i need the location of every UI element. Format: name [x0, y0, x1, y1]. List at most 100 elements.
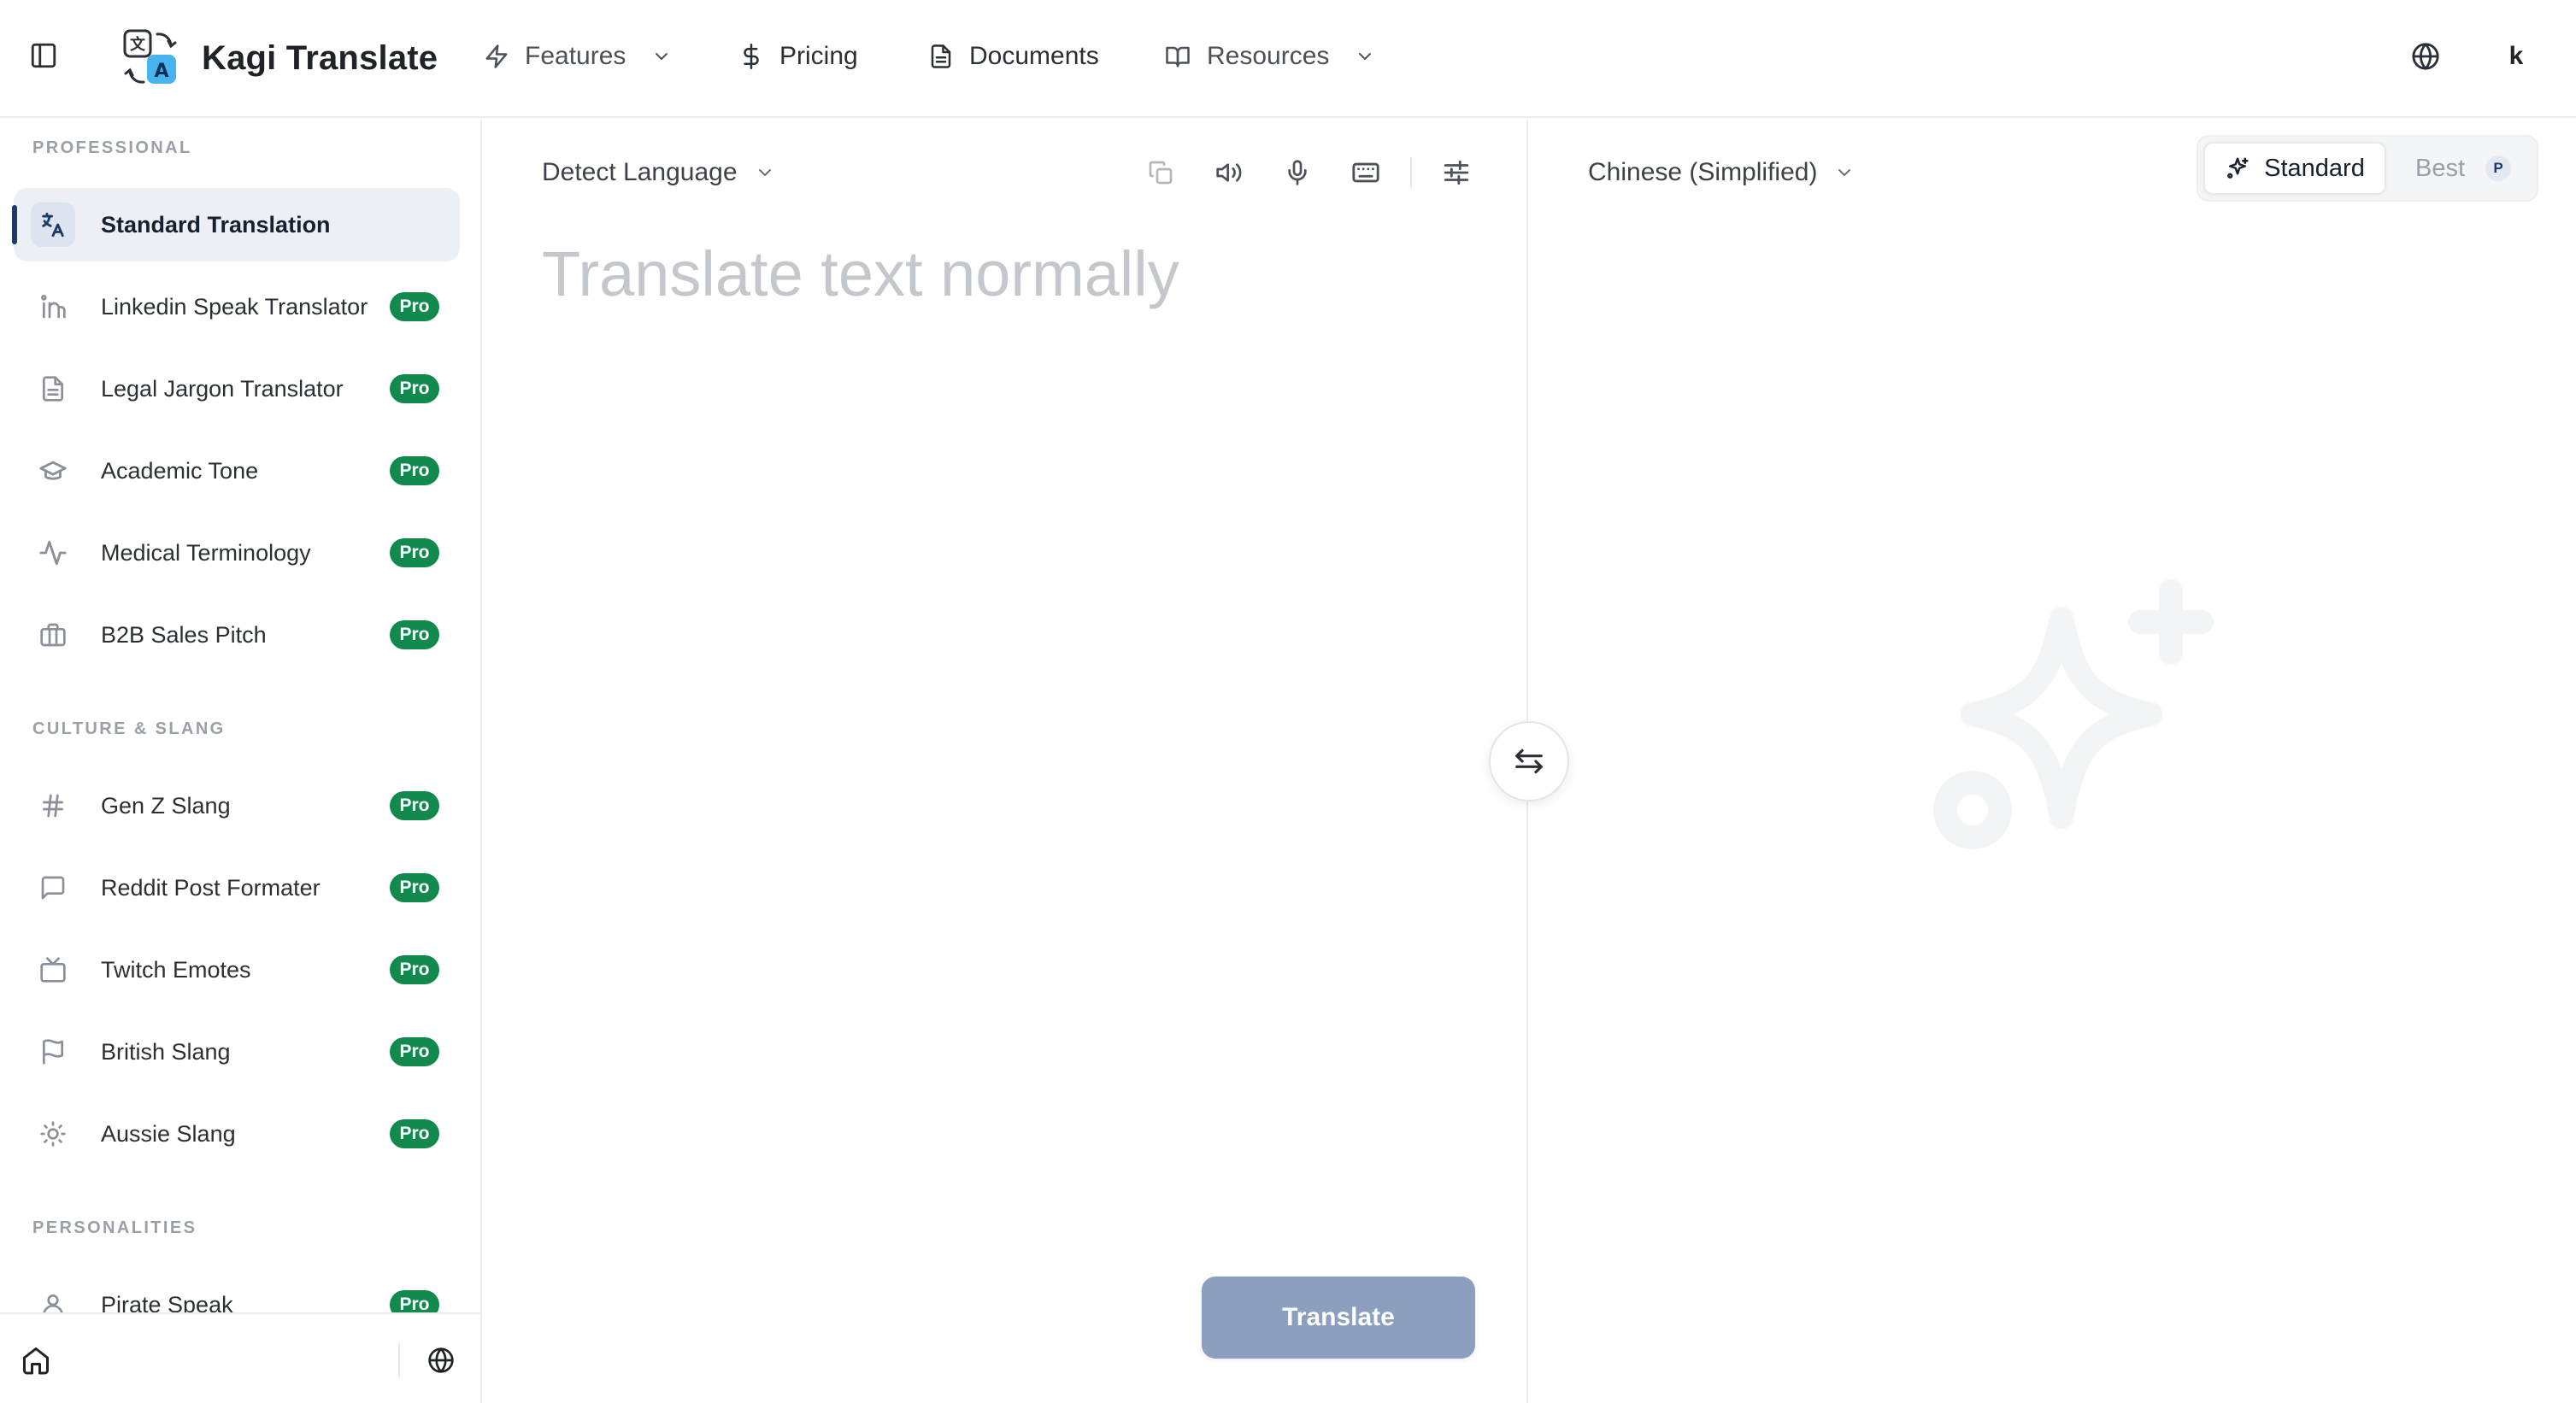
source-language-label: Detect Language — [542, 158, 738, 186]
source-panel: Detect Language Translate — [484, 120, 1528, 1403]
sidebar-item-linkedin-speak[interactable]: Linkedin Speak Translator Pro — [14, 270, 460, 343]
sidebar-item-label: Standard Translation — [101, 212, 331, 238]
globe-icon — [2412, 43, 2439, 70]
sparkles-icon — [2227, 157, 2249, 179]
brand-title: Kagi Translate — [202, 38, 438, 77]
graduation-cap-icon — [31, 449, 75, 493]
target-language-select[interactable]: Chinese (Simplified) — [1588, 149, 1855, 197]
pro-badge: Pro — [390, 1119, 439, 1148]
nav-pricing[interactable]: Pricing — [738, 34, 858, 79]
sidebar-item-label: Aussie Slang — [101, 1121, 236, 1147]
sidebar-item-label: Academic Tone — [101, 458, 259, 484]
divider — [398, 1343, 400, 1377]
sidebar-item-standard-translation[interactable]: Standard Translation — [12, 188, 460, 261]
sidebar-item-label: Medical Terminology — [101, 540, 311, 566]
source-text-input[interactable] — [542, 238, 1482, 1263]
premium-badge: P — [2485, 156, 2512, 181]
volume-icon — [1216, 163, 1242, 182]
sidebar-item-medical-terminology[interactable]: Medical Terminology Pro — [14, 516, 460, 590]
flag-icon — [31, 1030, 75, 1074]
sidebar-item-reddit-post-formater[interactable]: Reddit Post Formater Pro — [14, 851, 460, 925]
sparkles-watermark-icon — [1933, 579, 2214, 849]
chevron-down-icon — [758, 169, 771, 176]
microphone-icon — [1288, 160, 1307, 185]
document-icon — [931, 44, 951, 68]
pro-badge: Pro — [390, 538, 439, 567]
sun-icon — [31, 1112, 75, 1156]
sidebar: PROFESSIONAL Standard Translation Linked… — [0, 120, 482, 1403]
globe-icon — [428, 1347, 454, 1373]
language-globe-button[interactable] — [2407, 38, 2444, 75]
quality-standard-option[interactable]: Standard — [2203, 142, 2386, 195]
quality-best-label: Best — [2414, 154, 2466, 182]
sidebar-section-title: PERSONALITIES — [32, 1218, 197, 1237]
quality-standard-label: Standard — [2264, 154, 2365, 182]
sidebar-item-label: British Slang — [101, 1039, 231, 1065]
nav-resources-label: Resources — [1207, 42, 1330, 70]
nav-pricing-label: Pricing — [779, 42, 858, 70]
source-language-select[interactable]: Detect Language — [542, 149, 775, 197]
sidebar-item-label: Gen Z Slang — [101, 793, 231, 819]
sidebar-footer — [0, 1312, 480, 1403]
copy-button[interactable] — [1138, 150, 1183, 195]
copy-icon — [1149, 161, 1173, 185]
hash-icon — [31, 784, 75, 828]
sidebar-item-label: B2B Sales Pitch — [101, 622, 267, 648]
chevron-down-icon — [1359, 53, 1372, 60]
user-avatar[interactable]: k — [2489, 29, 2544, 84]
quality-best-option[interactable]: Best P — [2393, 142, 2533, 195]
swap-arrows-icon — [1515, 748, 1543, 774]
message-square-icon — [31, 866, 75, 910]
pro-badge: Pro — [390, 955, 439, 984]
dollar-icon — [744, 44, 759, 69]
sidebar-item-academic-tone[interactable]: Academic Tone Pro — [14, 434, 460, 508]
sidebar-item-label: Reddit Post Formater — [101, 875, 321, 901]
keyboard-button[interactable] — [1344, 150, 1388, 195]
microphone-button[interactable] — [1275, 150, 1320, 195]
sidebar-item-gen-z-slang[interactable]: Gen Z Slang Pro — [14, 769, 460, 842]
sidebar-toggle-button[interactable] — [26, 38, 62, 73]
nav-features[interactable]: Features — [484, 34, 672, 79]
sidebar-section-title: PROFESSIONAL — [32, 138, 192, 157]
quality-toggle: Standard Best P — [2197, 135, 2538, 202]
pro-badge: Pro — [390, 791, 439, 820]
panel-left-icon — [31, 43, 56, 68]
book-icon — [1166, 46, 1190, 68]
document-icon — [31, 367, 75, 411]
divider — [1410, 157, 1412, 188]
translate-icon — [31, 203, 75, 247]
sidebar-item-british-slang[interactable]: British Slang Pro — [14, 1015, 460, 1089]
chevron-down-icon — [1838, 169, 1851, 176]
pro-badge: Pro — [390, 620, 439, 649]
sidebar-item-b2b-sales-pitch[interactable]: B2B Sales Pitch Pro — [14, 598, 460, 672]
tv-icon — [31, 948, 75, 992]
pro-badge: Pro — [390, 1037, 439, 1066]
settings-sliders-button[interactable] — [1434, 150, 1479, 195]
nav-resources[interactable]: Resources — [1164, 34, 1375, 79]
bolt-icon — [485, 44, 508, 68]
brand[interactable]: 文 A Kagi Translate — [118, 26, 438, 91]
linkedin-icon — [31, 285, 75, 329]
target-panel: Chinese (Simplified) Standard Best P — [1530, 120, 2576, 1403]
pro-badge: Pro — [390, 873, 439, 902]
sidebar-item-twitch-emotes[interactable]: Twitch Emotes Pro — [14, 933, 460, 1007]
swap-languages-button[interactable] — [1489, 721, 1569, 801]
sidebar-item-legal-jargon[interactable]: Legal Jargon Translator Pro — [14, 352, 460, 426]
sidebar-item-aussie-slang[interactable]: Aussie Slang Pro — [14, 1097, 460, 1171]
keyboard-icon — [1352, 162, 1379, 183]
home-button[interactable] — [17, 1341, 55, 1379]
speak-button[interactable] — [1207, 150, 1251, 195]
sliders-icon — [1444, 160, 1469, 185]
sidebar-language-button[interactable] — [422, 1341, 460, 1379]
translate-button[interactable]: Translate — [1202, 1277, 1475, 1359]
nav-documents[interactable]: Documents — [928, 34, 1099, 79]
sidebar-item-label: Twitch Emotes — [101, 957, 251, 983]
sidebar-item-label: Linkedin Speak Translator — [101, 294, 368, 320]
svg-text:A: A — [154, 61, 168, 82]
sidebar-section-title: CULTURE & SLANG — [32, 719, 226, 738]
home-icon — [23, 1347, 49, 1375]
nav-documents-label: Documents — [969, 42, 1099, 70]
svg-text:文: 文 — [130, 35, 146, 54]
sidebar-item-label: Legal Jargon Translator — [101, 376, 344, 402]
kagi-translate-logo-icon: 文 A — [123, 29, 177, 84]
